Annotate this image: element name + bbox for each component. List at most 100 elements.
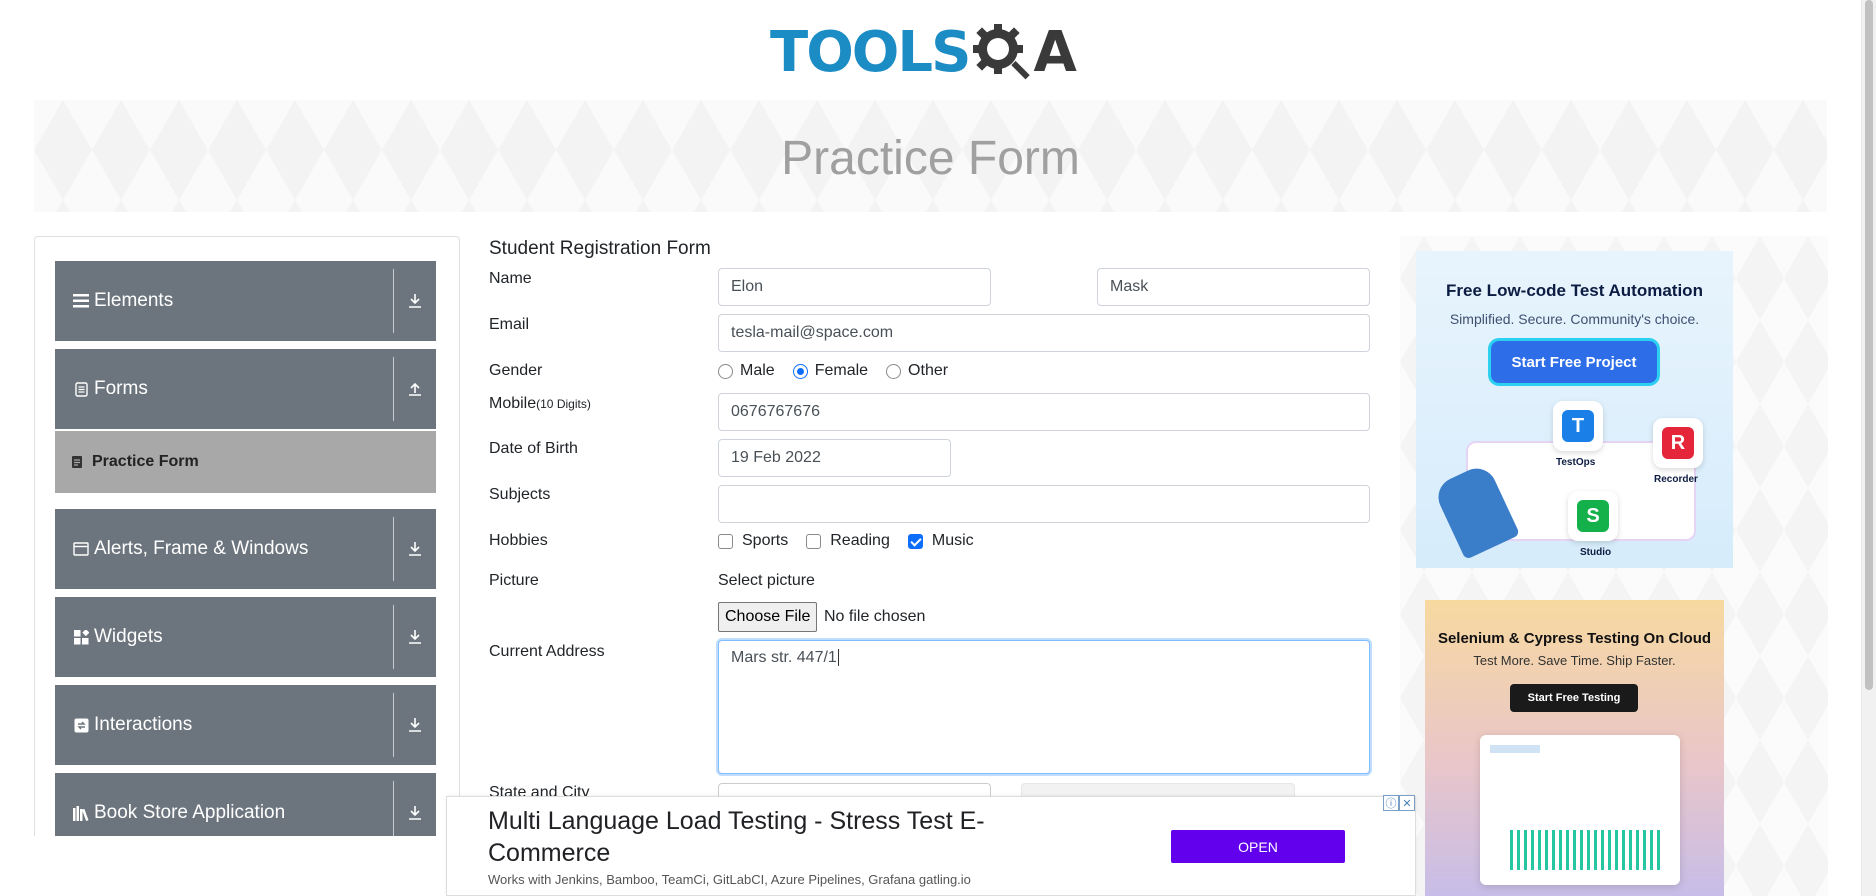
download-icon[interactable] xyxy=(402,261,428,341)
toolsqa-logo[interactable]: TOOLS A xyxy=(770,14,1095,90)
logo-a: A xyxy=(1033,19,1077,85)
recorder-icon: R xyxy=(1662,427,1694,459)
mobile-input[interactable]: 0676767676 xyxy=(718,393,1370,431)
info-icon[interactable]: ⓘ xyxy=(1383,795,1399,811)
current-address-textarea[interactable]: Mars str. 447/1 xyxy=(718,640,1370,774)
books-icon xyxy=(72,804,90,822)
recorder-tile: R xyxy=(1653,418,1703,468)
start-free-testing-button[interactable]: Start Free Testing xyxy=(1510,684,1638,712)
hobby-music-checkbox[interactable] xyxy=(907,533,923,549)
gender-option-label: Male xyxy=(740,362,775,379)
date-of-birth-input[interactable]: 19 Feb 2022 xyxy=(718,439,951,477)
hobby-music-option[interactable]: Music xyxy=(907,532,974,550)
email-input[interactable]: tesla-mail@space.com xyxy=(718,314,1370,352)
page-title: Practice Form xyxy=(781,131,1080,185)
hobby-reading-checkbox[interactable] xyxy=(806,533,822,549)
gender-radio-group: Male Female Other xyxy=(718,362,966,380)
download-icon[interactable] xyxy=(402,597,428,677)
sidebar-group-label: Interactions xyxy=(94,714,193,735)
hobby-sports-option[interactable]: Sports xyxy=(718,532,788,550)
last-name-input[interactable]: Mask xyxy=(1097,268,1370,306)
gear-magnifier-icon xyxy=(973,24,1031,80)
hobby-sports-checkbox[interactable] xyxy=(718,533,733,549)
gender-option-label: Female xyxy=(814,362,869,379)
text-cursor xyxy=(837,649,839,666)
vertical-scrollbar[interactable] xyxy=(1861,0,1876,896)
upload-icon[interactable] xyxy=(402,349,428,429)
interactions-icon xyxy=(72,716,90,734)
gender-female-option[interactable]: Female xyxy=(792,362,869,380)
current-address-value: Mars str. 447/1 xyxy=(731,649,837,666)
gender-label: Gender xyxy=(489,362,543,379)
form-icon xyxy=(72,456,82,468)
ad-title: Selenium & Cypress Testing On Cloud xyxy=(1437,630,1712,647)
divider xyxy=(393,357,394,421)
menu-icon xyxy=(72,292,90,310)
sidebar-group-forms[interactable]: Forms xyxy=(55,349,436,429)
subjects-input[interactable] xyxy=(718,485,1370,523)
sidebar-group-alerts[interactable]: Alerts, Frame & Windows xyxy=(55,509,436,589)
sidebar-group-label: Widgets xyxy=(94,626,163,647)
sidebar-group-elements[interactable]: Elements xyxy=(55,261,436,341)
first-name-input[interactable]: Elon xyxy=(718,268,991,306)
name-label: Name xyxy=(489,270,532,287)
sidebar-item-label: Practice Form xyxy=(92,453,199,470)
ad-title: Free Low-code Test Automation xyxy=(1446,281,1703,300)
gender-other-radio[interactable] xyxy=(886,363,902,379)
widgets-icon xyxy=(72,628,90,646)
hobby-label: Music xyxy=(931,532,974,549)
page-bottom-strip xyxy=(0,836,446,896)
ad-dashboard-illustration xyxy=(1480,735,1680,885)
select-picture-label: Select picture xyxy=(718,572,815,589)
page-banner: Practice Form xyxy=(34,100,1827,212)
ad-testmu[interactable]: Selenium & Cypress Testing On Cloud Test… xyxy=(1425,600,1724,896)
studio-icon: S xyxy=(1577,500,1609,532)
divider xyxy=(393,269,394,333)
start-free-project-button[interactable]: Start Free Project xyxy=(1491,341,1657,383)
document-icon xyxy=(72,380,90,398)
bottom-ad-banner[interactable]: Multi Language Load Testing - Stress Tes… xyxy=(446,796,1416,896)
form-title: Student Registration Form xyxy=(489,238,711,259)
download-icon[interactable] xyxy=(402,685,428,765)
mock-chart xyxy=(1510,830,1660,870)
choose-file-button[interactable]: Choose File xyxy=(718,602,818,632)
ad-open-button[interactable]: OPEN xyxy=(1171,830,1345,863)
email-label: Email xyxy=(489,316,530,333)
gender-male-option[interactable]: Male xyxy=(718,362,775,380)
sidebar-group-widgets[interactable]: Widgets xyxy=(55,597,436,677)
logo-text: TOOLS xyxy=(770,19,971,85)
hobbies-label: Hobbies xyxy=(489,532,548,549)
gender-option-label: Other xyxy=(908,362,949,379)
ad-headline[interactable]: Multi Language Load Testing - Stress Tes… xyxy=(488,805,1048,869)
gender-male-radio[interactable] xyxy=(718,363,733,379)
ad-katalon[interactable]: Free Low-code Test Automation Simplified… xyxy=(1416,251,1733,568)
hobby-reading-option[interactable]: Reading xyxy=(806,532,890,550)
hobby-label: Reading xyxy=(830,532,890,549)
testops-icon: T xyxy=(1562,410,1594,442)
page: TOOLS A Practice Form Elements Forms Pra… xyxy=(0,0,1876,896)
mock-bar xyxy=(1490,745,1540,753)
sidebar: Elements Forms Practice Form Alerts, Fra… xyxy=(34,236,460,896)
sidebar-group-label: Elements xyxy=(94,290,174,311)
picture-label: Picture xyxy=(489,572,539,589)
divider xyxy=(393,517,394,581)
divider xyxy=(393,693,394,757)
sidebar-item-practice-form[interactable]: Practice Form xyxy=(55,431,436,493)
sidebar-group-interactions[interactable]: Interactions xyxy=(55,685,436,765)
hobby-label: Sports xyxy=(742,532,789,549)
sidebar-group-label: Book Store Application xyxy=(94,802,286,823)
scrollbar-thumb[interactable] xyxy=(1865,0,1873,690)
ad-subtitle: Simplified. Secure. Community's choice. xyxy=(1449,311,1700,327)
mobile-hint: (10 Digits) xyxy=(536,397,591,411)
window-icon xyxy=(72,540,90,558)
divider xyxy=(393,605,394,669)
download-icon[interactable] xyxy=(402,509,428,589)
gender-female-radio[interactable] xyxy=(792,363,808,379)
mobile-label: Mobile(10 Digits) xyxy=(489,395,591,413)
adchoices-control[interactable]: ⓘ ✕ xyxy=(1383,795,1415,811)
testops-tile: T xyxy=(1553,401,1603,451)
dob-label: Date of Birth xyxy=(489,440,578,457)
gender-other-option[interactable]: Other xyxy=(886,362,948,380)
close-icon[interactable]: ✕ xyxy=(1399,795,1415,811)
hobbies-checkbox-group: Sports Reading Music xyxy=(718,532,992,550)
